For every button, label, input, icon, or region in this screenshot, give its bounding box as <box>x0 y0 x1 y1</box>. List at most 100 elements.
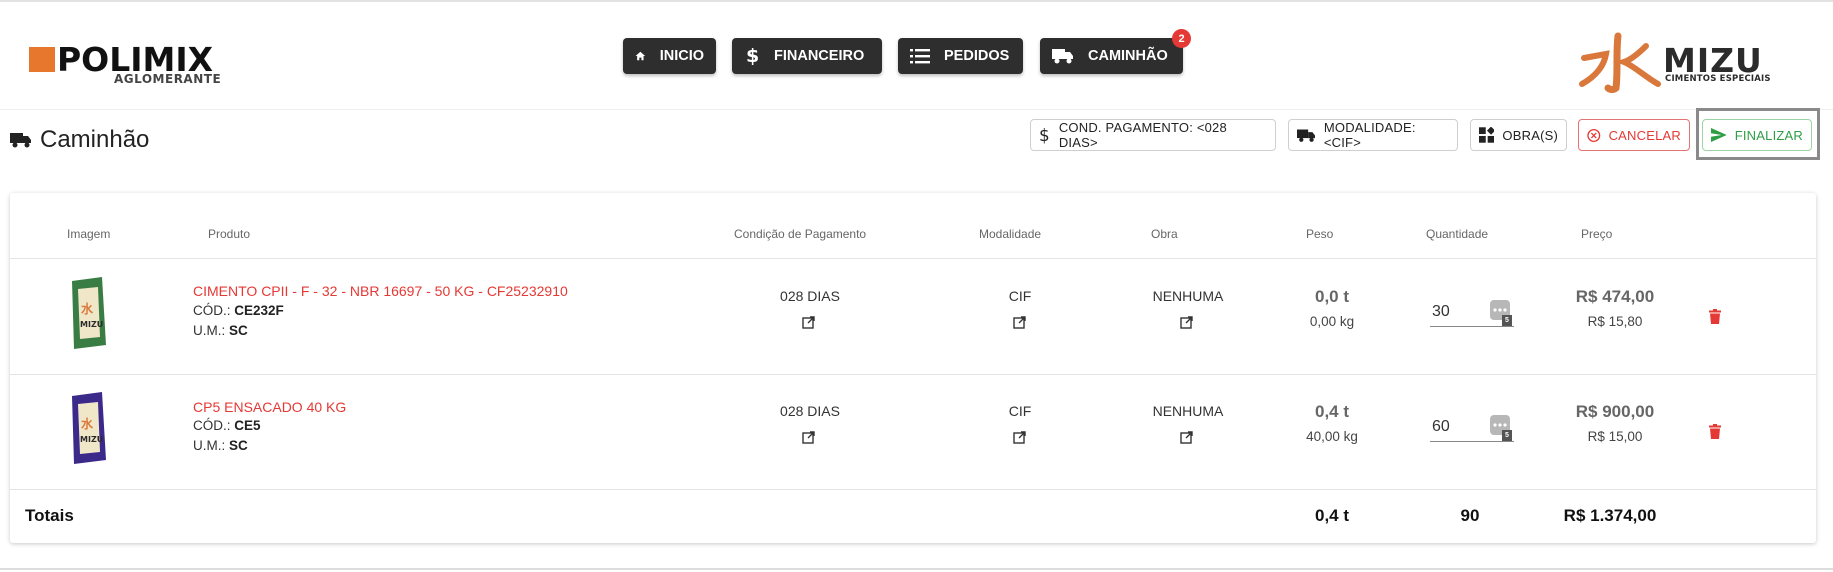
cart-table: Imagem Produto Condição de Pagamento Mod… <box>10 193 1816 543</box>
total-quantidade: 90 <box>1460 506 1480 525</box>
modalidade-value: CIF <box>1008 288 1032 304</box>
open-in-new-icon[interactable] <box>802 316 815 329</box>
total-peso: 0,4 t <box>1314 506 1350 525</box>
mizu-logo-tag: CIMENTOS ESPECIAIS <box>1665 74 1771 84</box>
mizu-logo-symbol <box>1579 32 1661 93</box>
preco-total: R$ 900,00 <box>1575 402 1655 421</box>
truck-icon <box>1052 49 1073 64</box>
nav-financeiro-label: FINANCEIRO <box>774 48 865 64</box>
quantity-input[interactable]: 30 5 <box>1430 297 1514 327</box>
nav-inicio-label: INICIO <box>659 48 704 64</box>
svg-text:水: 水 <box>81 416 94 431</box>
peso-kg: 40,00 kg <box>1306 429 1358 444</box>
widgets-icon <box>1479 127 1495 143</box>
product-code-label: CÓD.: <box>193 418 231 433</box>
svg-text:MIZU: MIZU <box>80 435 103 444</box>
nav-caminhao-label: CAMINHÃO <box>1088 48 1168 64</box>
dollar-icon: $ <box>746 46 759 66</box>
nav-caminhao-button[interactable]: CAMINHÃO <box>1040 38 1183 74</box>
condicao-value: 028 DIAS <box>780 288 840 304</box>
product-image-bag[interactable]: 水 MIZU <box>68 390 108 466</box>
obras-button[interactable]: OBRA(S) <box>1470 119 1567 151</box>
header-imagem: Imagem <box>67 227 111 241</box>
truck-icon <box>10 133 31 148</box>
svg-text:$: $ <box>746 46 759 66</box>
polimix-logo-sub: AGLOMERANTE <box>114 72 222 86</box>
page-title: Caminhão <box>10 126 149 154</box>
product-image-bag[interactable]: 水 MIZU <box>68 275 108 351</box>
quantity-step-tag: 5 <box>1502 430 1512 441</box>
product-unit-value: SC <box>229 323 248 338</box>
modalidade-label: MODALIDADE: <CIF> <box>1323 120 1416 150</box>
total-preco: R$ 1.374,00 <box>1563 506 1657 525</box>
row-divider <box>10 489 1816 490</box>
mizu-logo[interactable]: MIZU CIMENTOS ESPECIAIS <box>1578 32 1778 94</box>
open-in-new-icon[interactable] <box>1180 431 1193 444</box>
app-header: POLIMIX AGLOMERANTE INICIO $ FINANCEIRO … <box>0 2 1833 110</box>
svg-text:水: 水 <box>81 301 94 316</box>
header-condicao: Condição de Pagamento <box>734 227 867 241</box>
open-in-new-icon[interactable] <box>1013 431 1026 444</box>
quantity-input[interactable]: 60 5 <box>1430 412 1514 442</box>
condicao-value: 028 DIAS <box>780 403 840 419</box>
cart-count-badge: 2 <box>1172 29 1191 48</box>
nav-pedidos-button[interactable]: PEDIDOS <box>898 38 1023 74</box>
totals-label: Totais <box>25 506 74 525</box>
polimix-logo[interactable]: POLIMIX AGLOMERANTE <box>29 40 239 90</box>
open-in-new-icon[interactable] <box>1180 316 1193 329</box>
preco-unitario: R$ 15,00 <box>1587 429 1643 444</box>
product-name-link[interactable]: CIMENTO CPII - F - 32 - NBR 16697 - 50 K… <box>193 283 568 299</box>
obra-value: NENHUMA <box>1152 288 1224 304</box>
svg-text:$: $ <box>1039 126 1050 144</box>
nav-financeiro-button[interactable]: $ FINANCEIRO <box>732 38 882 74</box>
home-icon <box>635 51 646 61</box>
dollar-icon: $ <box>1039 126 1050 144</box>
bottom-border <box>0 568 1833 570</box>
preco-total: R$ 474,00 <box>1575 287 1655 306</box>
nav-pedidos-label: PEDIDOS <box>944 48 1010 64</box>
product-unit: U.M.: SC <box>193 321 248 341</box>
product-code-label: CÓD.: <box>193 303 231 318</box>
header-produto: Produto <box>208 227 251 241</box>
cond-pagamento-label: COND. PAGAMENTO: <028 DIAS> <box>1058 120 1227 150</box>
product-unit-label: U.M.: <box>193 438 226 453</box>
product-code: CÓD.: CE5 <box>193 416 261 436</box>
cancel-button[interactable]: CANCELAR <box>1578 119 1690 151</box>
product-code-value: CE232F <box>234 303 284 318</box>
header-peso: Peso <box>1306 227 1334 241</box>
header-preco: Preço <box>1581 227 1613 241</box>
header-obra: Obra <box>1151 227 1178 241</box>
obra-value: NENHUMA <box>1152 403 1224 419</box>
truck-icon <box>1297 128 1316 142</box>
cancel-label: CANCELAR <box>1608 127 1681 143</box>
product-code: CÓD.: CE232F <box>193 301 284 321</box>
preco-unitario: R$ 15,80 <box>1587 314 1643 329</box>
svg-text:MIZU: MIZU <box>80 320 103 329</box>
open-in-new-icon[interactable] <box>1013 316 1026 329</box>
quantity-value: 60 <box>1432 418 1450 435</box>
quantity-value: 30 <box>1432 303 1450 320</box>
open-in-new-icon[interactable] <box>802 431 815 444</box>
delete-icon[interactable] <box>1709 424 1721 439</box>
cond-pagamento-button[interactable]: $ COND. PAGAMENTO: <028 DIAS> <box>1030 119 1276 151</box>
product-unit: U.M.: SC <box>193 436 248 456</box>
delete-icon[interactable] <box>1709 309 1721 324</box>
header-modalidade: Modalidade <box>979 227 1042 241</box>
obras-label: OBRA(S) <box>1502 127 1558 143</box>
finalizar-highlight <box>1696 108 1820 160</box>
nav-inicio-button[interactable]: INICIO <box>623 38 716 74</box>
header-quantidade: Quantidade <box>1426 227 1489 241</box>
product-name-link[interactable]: CP5 ENSACADO 40 KG <box>193 399 346 415</box>
product-unit-value: SC <box>229 438 248 453</box>
peso-ton: 0,0 t <box>1314 287 1350 306</box>
row-divider <box>10 374 1816 375</box>
list-icon <box>910 49 930 64</box>
modalidade-value: CIF <box>1008 403 1032 419</box>
cancel-circle-icon <box>1587 128 1601 142</box>
polimix-logo-square <box>29 47 55 72</box>
modalidade-button[interactable]: MODALIDADE: <CIF> <box>1288 119 1458 151</box>
product-code-value: CE5 <box>234 418 261 433</box>
peso-kg: 0,00 kg <box>1309 314 1355 329</box>
product-unit-label: U.M.: <box>193 323 226 338</box>
peso-ton: 0,4 t <box>1314 402 1350 421</box>
